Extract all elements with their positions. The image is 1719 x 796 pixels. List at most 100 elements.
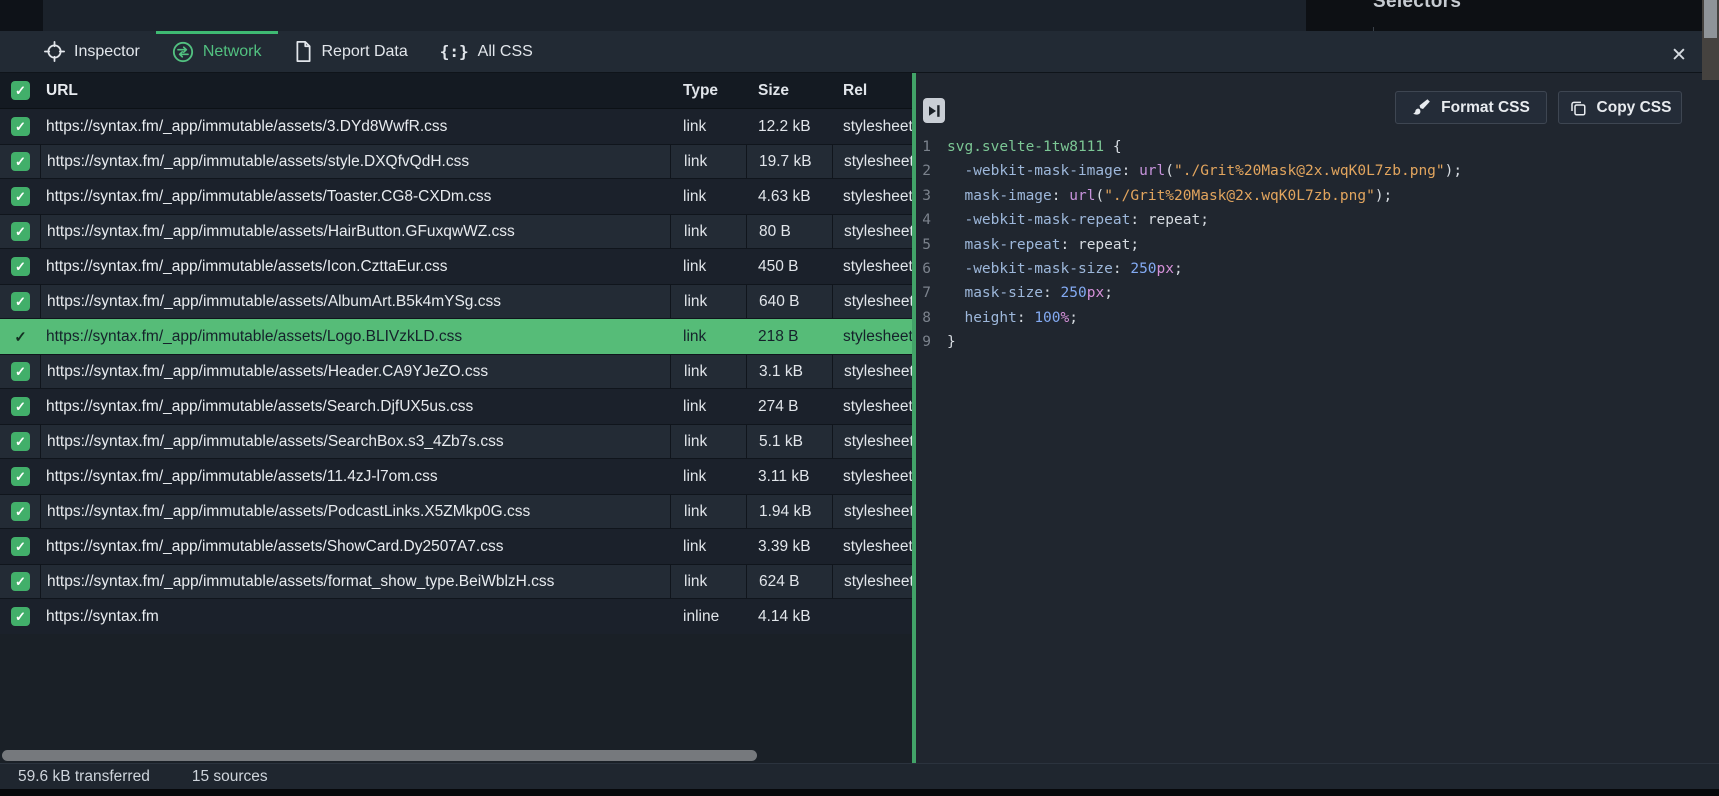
collapse-panel-button[interactable]	[923, 98, 945, 123]
row-checkbox[interactable]: ✓	[11, 467, 30, 486]
table-header-row: ✓ URL Type Size Rel	[0, 73, 912, 109]
row-checkbox[interactable]: ✓	[11, 362, 30, 381]
token-prop: -webkit-mask-image	[964, 163, 1121, 179]
size-cell: 19.7 kB	[746, 145, 832, 178]
table-row[interactable]: ✓https://syntax.fm/_app/immutable/assets…	[0, 389, 912, 424]
url-cell: https://syntax.fm	[40, 599, 670, 634]
rel-cell: stylesheet	[832, 285, 912, 318]
token-pun: :	[1122, 163, 1139, 179]
line-number: 7	[916, 281, 931, 305]
size-cell: 3.11 kB	[746, 459, 832, 494]
format-css-button[interactable]: Format CSS	[1395, 91, 1547, 124]
close-icon[interactable]: ✕	[1666, 42, 1692, 68]
token-pun: ;	[1174, 261, 1183, 277]
row-checkbox[interactable]: ✓	[11, 397, 30, 416]
rel-cell: stylesheet	[832, 425, 912, 458]
row-checkbox[interactable]: ✓	[11, 572, 30, 591]
code-text: mask-repeat: repeat;	[947, 233, 1139, 257]
table-row[interactable]: ✓https://syntax.fm/_app/immutable/assets…	[0, 179, 912, 214]
line-number: 6	[916, 257, 931, 281]
copy-css-button[interactable]: Copy CSS	[1558, 91, 1682, 124]
type-cell: link	[670, 179, 746, 214]
type-cell: link	[670, 459, 746, 494]
row-checkbox[interactable]: ✓	[11, 327, 30, 346]
rel-cell: stylesheet	[832, 179, 912, 214]
table-row[interactable]: ✓https://syntax.fm/_app/immutable/assets…	[0, 214, 912, 249]
token-pun	[947, 310, 964, 326]
table-row[interactable]: ✓https://syntax.fm/_app/immutable/assets…	[0, 319, 912, 354]
column-header-rel[interactable]: Rel	[832, 73, 912, 108]
type-cell: link	[670, 145, 746, 178]
tab-label: All CSS	[478, 43, 533, 61]
rel-cell: stylesheet	[832, 249, 912, 284]
row-checkbox-cell: ✓	[0, 355, 40, 388]
report-document-icon	[294, 41, 313, 62]
row-checkbox[interactable]: ✓	[11, 432, 30, 451]
type-cell: link	[670, 565, 746, 598]
page-scrollbar-thumb[interactable]	[1704, 0, 1717, 38]
table-row[interactable]: ✓https://syntax.fm/_app/immutable/assets…	[0, 494, 912, 529]
select-all-checkbox[interactable]: ✓	[11, 81, 30, 100]
type-cell: link	[670, 389, 746, 424]
row-checkbox[interactable]: ✓	[11, 117, 30, 136]
row-checkbox-cell: ✓	[0, 565, 40, 598]
tab-report-data[interactable]: Report Data	[278, 31, 424, 72]
size-cell: 3.39 kB	[746, 529, 832, 564]
table-row[interactable]: ✓https://syntax.fm/_app/immutable/assets…	[0, 144, 912, 179]
network-panel: ✓ URL Type Size Rel ✓https://syntax.fm/_…	[0, 73, 912, 763]
check-icon: ✓	[15, 119, 26, 135]
rel-cell: stylesheet	[832, 459, 912, 494]
column-header-type[interactable]: Type	[670, 73, 746, 108]
token-prop: -webkit-mask-size	[964, 261, 1112, 277]
row-checkbox[interactable]: ✓	[11, 607, 30, 626]
token-pun: :	[1043, 285, 1060, 301]
token-sel: svg.svelte-1tw8111	[947, 139, 1104, 155]
background-page-table-header: Selectors	[1306, 0, 1702, 31]
table-row[interactable]: ✓https://syntax.fminline4.14 kB	[0, 599, 912, 634]
table-row[interactable]: ✓https://syntax.fm/_app/immutable/assets…	[0, 424, 912, 459]
row-checkbox[interactable]: ✓	[11, 292, 30, 311]
table-row[interactable]: ✓https://syntax.fm/_app/immutable/assets…	[0, 564, 912, 599]
table-row[interactable]: ✓https://syntax.fm/_app/immutable/assets…	[0, 459, 912, 494]
size-cell: 1.94 kB	[746, 495, 832, 528]
token-pun	[947, 285, 964, 301]
row-checkbox[interactable]: ✓	[11, 222, 30, 241]
code-line: 3 mask-image: url("./Grit%20Mask@2x.wqK0…	[916, 184, 1462, 208]
row-checkbox-cell: ✓	[0, 389, 40, 424]
tab-inspector[interactable]: Inspector	[28, 31, 156, 72]
token-num: 100	[1034, 310, 1060, 326]
table-row[interactable]: ✓https://syntax.fm/_app/immutable/assets…	[0, 284, 912, 319]
code-line: 2 -webkit-mask-image: url("./Grit%20Mask…	[916, 159, 1462, 183]
line-number: 3	[916, 184, 931, 208]
row-checkbox[interactable]: ✓	[11, 187, 30, 206]
table-horizontal-scrollbar[interactable]	[2, 750, 757, 761]
code-lines[interactable]: 1svg.svelte-1tw8111 {2 -webkit-mask-imag…	[916, 135, 1462, 355]
row-checkbox[interactable]: ✓	[11, 537, 30, 556]
type-cell: link	[670, 285, 746, 318]
inspector-crosshair-icon	[44, 41, 65, 62]
column-header-size[interactable]: Size	[746, 73, 832, 108]
line-number: 8	[916, 306, 931, 330]
column-header-url[interactable]: URL	[40, 73, 670, 108]
paintbrush-icon	[1412, 98, 1431, 117]
row-checkbox-cell: ✓	[0, 425, 40, 458]
table-row[interactable]: ✓https://syntax.fm/_app/immutable/assets…	[0, 109, 912, 144]
size-cell: 450 B	[746, 249, 832, 284]
table-row[interactable]: ✓https://syntax.fm/_app/immutable/assets…	[0, 529, 912, 564]
rel-cell: stylesheet	[832, 355, 912, 388]
token-unit: %	[1061, 310, 1070, 326]
check-icon: ✓	[15, 609, 26, 625]
page-scrollbar-track[interactable]	[1702, 0, 1719, 80]
row-checkbox[interactable]: ✓	[11, 502, 30, 521]
table-row[interactable]: ✓https://syntax.fm/_app/immutable/assets…	[0, 354, 912, 389]
row-checkbox-cell: ✓	[0, 495, 40, 528]
row-checkbox[interactable]: ✓	[11, 152, 30, 171]
check-icon: ✓	[15, 399, 26, 415]
panel-expand-icon	[927, 104, 941, 118]
devtools-main: ✓ URL Type Size Rel ✓https://syntax.fm/_…	[0, 73, 1719, 763]
table-row[interactable]: ✓https://syntax.fm/_app/immutable/assets…	[0, 249, 912, 284]
row-checkbox[interactable]: ✓	[11, 257, 30, 276]
token-unit: px	[1157, 261, 1174, 277]
tab-all-css[interactable]: {:} All CSS	[424, 31, 549, 72]
tab-network[interactable]: Network	[156, 31, 278, 72]
